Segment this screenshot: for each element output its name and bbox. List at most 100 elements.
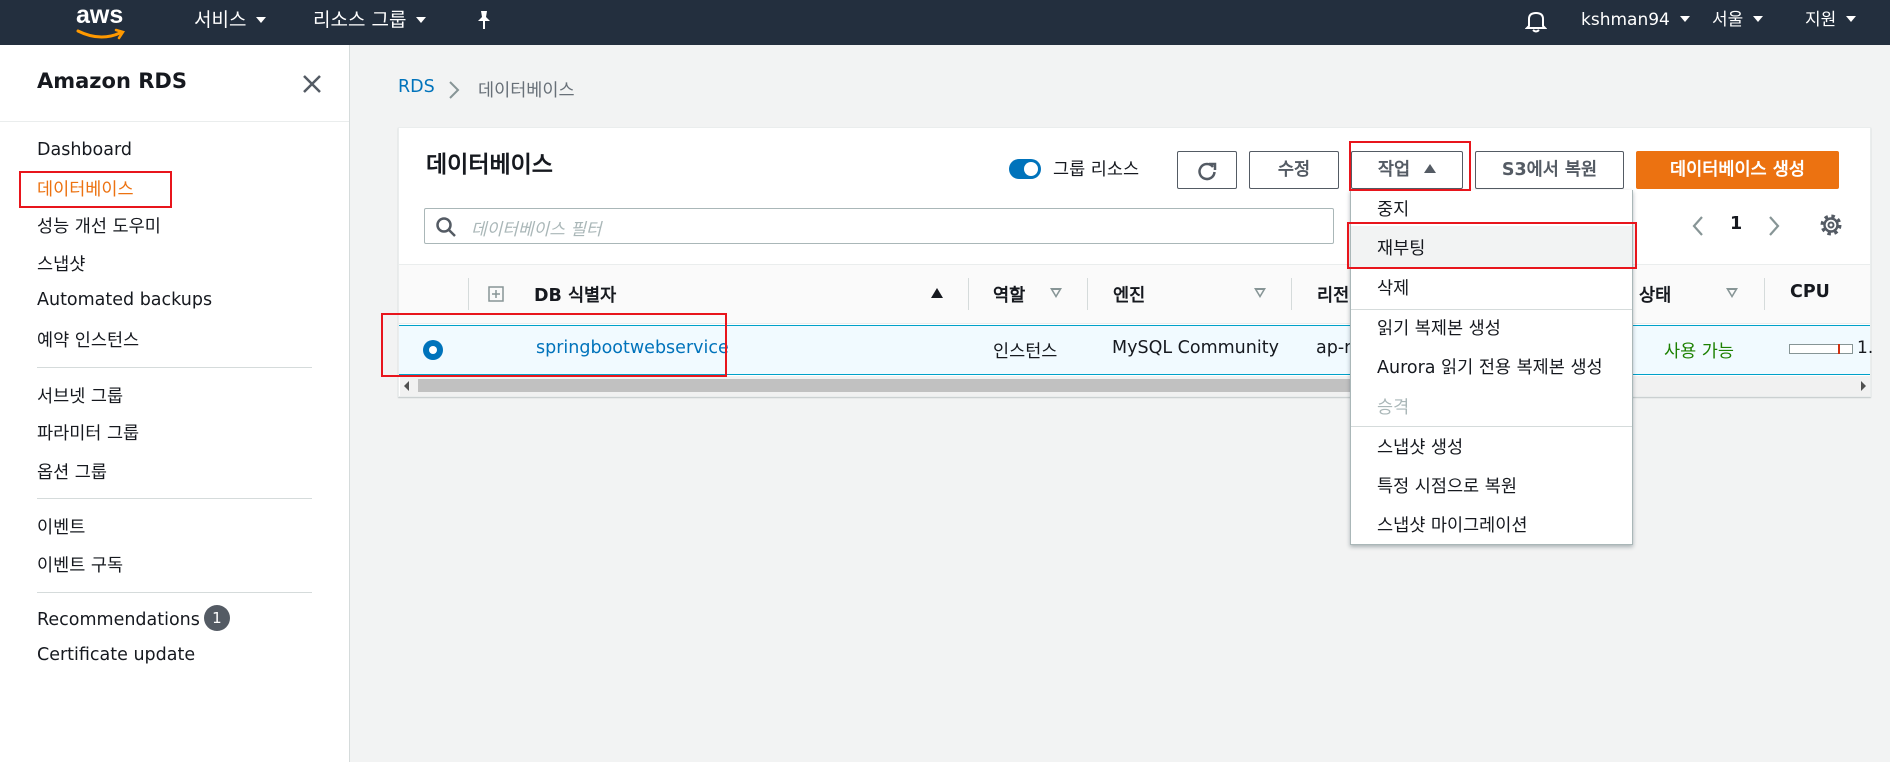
column-header-identifier[interactable]: DB 식별자 [534, 282, 616, 307]
scroll-right-icon[interactable] [1861, 381, 1866, 391]
chevron-down-icon [416, 16, 427, 23]
page-number[interactable]: 1 [1730, 214, 1742, 234]
refresh-button[interactable] [1177, 151, 1237, 189]
account-menu[interactable]: kshman94 [1581, 0, 1690, 45]
chevron-down-icon [256, 16, 267, 23]
breadcrumb-current: 데이터베이스 [478, 81, 575, 101]
menu-item-delete[interactable]: 삭제 [1377, 275, 1409, 300]
services-label: 서비스 [194, 9, 247, 31]
region-label: 서울 [1712, 10, 1744, 30]
breadcrumb-rds[interactable]: RDS [398, 77, 435, 97]
sidebar-item-label: Recommendations [37, 610, 200, 630]
sidebar-item-reserved-instances[interactable]: 예약 인스턴스 [37, 327, 139, 352]
sidebar-item-performance-insights[interactable]: 성능 개선 도우미 [37, 213, 161, 238]
sidebar-item-option-groups[interactable]: 옵션 그룹 [37, 459, 107, 484]
refresh-icon [1198, 162, 1217, 181]
support-menu[interactable]: 지원 [1805, 0, 1857, 45]
group-resources-label: 그룹 리소스 [1053, 160, 1140, 180]
menu-divider [1351, 309, 1632, 310]
sidebar-header-divider [0, 121, 349, 122]
restore-from-s3-button[interactable]: S3에서 복원 [1475, 151, 1624, 189]
column-header-engine[interactable]: 엔진 [1113, 282, 1145, 307]
sort-icon[interactable] [1254, 288, 1266, 298]
chevron-down-icon [1846, 16, 1857, 22]
column-header-region[interactable]: 리전 [1317, 282, 1349, 307]
sidebar-divider [37, 367, 312, 368]
next-page-icon[interactable] [1766, 214, 1782, 238]
settings-gear-icon[interactable] [1818, 212, 1844, 238]
modify-button[interactable]: 수정 [1249, 151, 1339, 189]
menu-divider [1351, 426, 1632, 427]
sidebar-title: Amazon RDS [37, 69, 187, 93]
toggle-knob [1024, 162, 1038, 176]
services-menu[interactable]: 서비스 [194, 0, 267, 45]
recommendations-count-badge: 1 [203, 605, 230, 631]
resource-groups-label: 리소스 그룹 [313, 9, 407, 31]
previous-page-icon[interactable] [1690, 214, 1706, 238]
menu-item-promote: 승격 [1377, 398, 1410, 418]
group-resources-toggle[interactable] [1009, 159, 1041, 179]
db-engine: MySQL Community [1112, 338, 1279, 358]
column-divider [1764, 278, 1765, 310]
aws-smile-icon [76, 28, 125, 40]
menu-item-restore-point-in-time[interactable]: 특정 시점으로 복원 [1377, 473, 1517, 498]
chevron-down-icon [1679, 16, 1690, 22]
bell-icon[interactable] [1525, 9, 1547, 33]
resource-groups-menu[interactable]: 리소스 그룹 [313, 0, 427, 45]
menu-item-migrate-snapshot[interactable]: 스냅샷 마이그레이션 [1377, 512, 1527, 537]
scroll-left-icon[interactable] [404, 381, 409, 391]
sidebar-item-events[interactable]: 이벤트 [37, 514, 85, 539]
menu-item-take-snapshot[interactable]: 스냅샷 생성 [1377, 434, 1463, 459]
column-divider [1291, 278, 1292, 310]
top-navigation: aws 서비스 리소스 그룹 kshman94 서울 지원 [0, 0, 1890, 45]
sort-icon[interactable] [1050, 288, 1062, 298]
sidebar-item-certificate-update[interactable]: Certificate update [37, 645, 195, 665]
db-role: 인스턴스 [993, 342, 1058, 362]
column-header-status[interactable]: 상태 [1639, 282, 1671, 307]
close-icon[interactable] [298, 70, 326, 98]
sidebar-divider [37, 592, 312, 593]
sidebar-item-parameter-groups[interactable]: 파라미터 그룹 [37, 420, 139, 445]
annotation-box-actions [1349, 141, 1471, 191]
sidebar-divider [37, 498, 312, 499]
chevron-right-icon [449, 81, 460, 99]
column-header-role[interactable]: 역할 [993, 282, 1025, 307]
aws-logo[interactable]: aws [74, 1, 130, 42]
create-database-button[interactable]: 데이터베이스 생성 [1636, 151, 1839, 189]
username-label: kshman94 [1581, 10, 1670, 30]
menu-item-create-aurora-replica[interactable]: Aurora 읽기 전용 복제본 생성 [1377, 354, 1603, 379]
search-icon [436, 217, 456, 237]
menu-item-stop[interactable]: 중지 [1377, 196, 1409, 221]
horizontal-scrollbar[interactable] [400, 376, 1870, 396]
expand-all-icon[interactable] [488, 286, 504, 302]
pin-icon[interactable] [474, 9, 494, 31]
sidebar: Amazon RDS Dashboard 데이터베이스 성능 개선 도우미 스냅… [0, 45, 350, 762]
sidebar-item-dashboard[interactable]: Dashboard [37, 140, 132, 160]
column-divider [968, 278, 969, 310]
sidebar-item-recommendations[interactable]: Recommendations 1 [37, 605, 230, 633]
sort-icon[interactable] [1726, 288, 1738, 298]
column-divider [468, 278, 469, 310]
sidebar-item-automated-backups[interactable]: Automated backups [37, 290, 212, 310]
cpu-usage-marker [1838, 344, 1840, 354]
aws-logo-text: aws [76, 1, 124, 29]
region-menu[interactable]: 서울 [1712, 0, 1764, 45]
cpu-usage-bar [1789, 344, 1853, 354]
chevron-down-icon [1753, 16, 1764, 22]
menu-item-create-read-replica[interactable]: 읽기 복제본 생성 [1377, 315, 1501, 340]
annotation-box-databases [19, 171, 172, 208]
panel-title: 데이터베이스 [426, 152, 553, 178]
sidebar-item-subnet-groups[interactable]: 서브넷 그룹 [37, 383, 123, 408]
annotation-box-reboot [1347, 222, 1637, 269]
sidebar-item-event-subscriptions[interactable]: 이벤트 구독 [37, 552, 123, 577]
support-label: 지원 [1805, 10, 1837, 30]
sort-ascending-icon[interactable] [931, 288, 943, 298]
column-divider [1087, 278, 1088, 310]
database-filter-input[interactable]: 데이터베이스 필터 [424, 208, 1334, 244]
cpu-value: 1. [1857, 338, 1874, 358]
sidebar-item-snapshots[interactable]: 스냅샷 [37, 251, 85, 276]
db-status: 사용 가능 [1664, 342, 1734, 362]
filter-placeholder: 데이터베이스 필터 [471, 220, 602, 240]
column-header-cpu[interactable]: CPU [1790, 282, 1830, 302]
annotation-box-db-row [381, 313, 727, 377]
